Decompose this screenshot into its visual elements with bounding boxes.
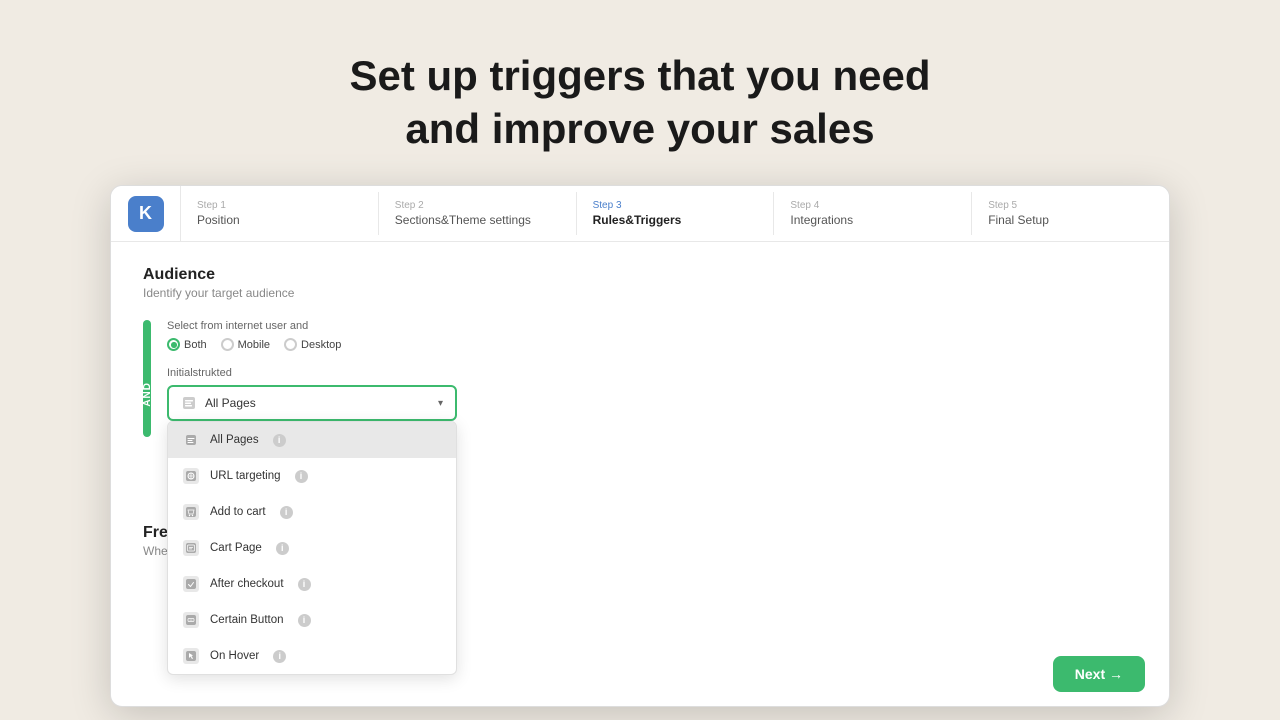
step-1-label: Position bbox=[197, 213, 362, 227]
rule-label: Select from internet user and bbox=[167, 320, 1137, 332]
radio-desktop-circle bbox=[284, 338, 297, 351]
certain-button-icon bbox=[182, 611, 200, 629]
audience-title: Audience bbox=[143, 266, 1137, 284]
logo-icon: K bbox=[128, 196, 164, 232]
step-5-label: Final Setup bbox=[988, 213, 1153, 227]
and-label: AND bbox=[142, 382, 153, 407]
dropdown-item-cart-page[interactable]: Cart Page i bbox=[168, 530, 456, 566]
content-area: Audience Identify your target audience A… bbox=[111, 242, 1169, 706]
step-3-label: Rules&Triggers bbox=[593, 213, 758, 227]
show-on-label: Initialstrukted bbox=[167, 367, 1137, 379]
url-targeting-icon bbox=[182, 467, 200, 485]
cart-page-info: i bbox=[276, 542, 289, 555]
dropdown-left: All Pages bbox=[181, 395, 256, 411]
step-2-label: Sections&Theme settings bbox=[395, 213, 560, 227]
dropdown-item-url-targeting[interactable]: URL targeting i bbox=[168, 458, 456, 494]
device-rule-row: Select from internet user and Both Mobil bbox=[167, 320, 1137, 351]
green-bar: AND bbox=[143, 320, 151, 437]
pages-dropdown-trigger[interactable]: All Pages ▾ bbox=[167, 385, 457, 421]
step-2[interactable]: Step 2 Sections&Theme settings bbox=[379, 192, 577, 235]
audience-subtitle: Identify your target audience bbox=[143, 286, 1137, 300]
all-pages-info: i bbox=[273, 434, 286, 447]
radio-group: Both Mobile Desktop bbox=[167, 338, 1137, 351]
all-pages-label: All Pages bbox=[210, 434, 259, 446]
heading-line2: and improve your sales bbox=[405, 105, 874, 152]
step-4-num: Step 4 bbox=[790, 200, 955, 211]
pages-dropdown-container: All Pages ▾ bbox=[167, 385, 457, 421]
after-checkout-label: After checkout bbox=[210, 578, 284, 590]
radio-mobile[interactable]: Mobile bbox=[221, 338, 270, 351]
heading-line1: Set up triggers that you need bbox=[349, 52, 930, 99]
radio-both[interactable]: Both bbox=[167, 338, 207, 351]
on-hover-label: On Hover bbox=[210, 650, 259, 662]
add-to-cart-icon bbox=[182, 503, 200, 521]
dropdown-item-certain-button[interactable]: Certain Button i bbox=[168, 602, 456, 638]
add-to-cart-info: i bbox=[280, 506, 293, 519]
step-4[interactable]: Step 4 Integrations bbox=[774, 192, 972, 235]
on-hover-icon bbox=[182, 647, 200, 665]
dropdown-item-after-checkout[interactable]: After checkout i bbox=[168, 566, 456, 602]
logo-area: K bbox=[111, 186, 181, 242]
chevron-down-icon: ▾ bbox=[438, 398, 443, 409]
dropdown-selected-text: All Pages bbox=[205, 396, 256, 410]
step-1[interactable]: Step 1 Position bbox=[181, 192, 379, 235]
next-button[interactable]: Next → bbox=[1053, 656, 1145, 692]
after-checkout-icon bbox=[182, 575, 200, 593]
radio-desktop[interactable]: Desktop bbox=[284, 338, 341, 351]
url-targeting-info: i bbox=[295, 470, 308, 483]
step-3[interactable]: Step 3 Rules&Triggers bbox=[577, 192, 775, 235]
radio-mobile-circle bbox=[221, 338, 234, 351]
url-targeting-label: URL targeting bbox=[210, 470, 281, 482]
audience-rules-container: AND Select from internet user and Both bbox=[143, 320, 1137, 437]
main-content: Audience Identify your target audience A… bbox=[111, 242, 1169, 706]
cart-page-icon bbox=[182, 539, 200, 557]
dropdown-item-on-hover[interactable]: On Hover i bbox=[168, 638, 456, 674]
audience-section-header: Audience Identify your target audience bbox=[143, 266, 1137, 300]
app-window: K Step 1 Position Step 2 Sections&Theme … bbox=[110, 185, 1170, 707]
radio-both-circle bbox=[167, 338, 180, 351]
step-4-label: Integrations bbox=[790, 213, 955, 227]
dropdown-item-all-pages[interactable]: All Pages i bbox=[168, 422, 456, 458]
add-to-cart-label: Add to cart bbox=[210, 506, 266, 518]
pages-icon bbox=[181, 395, 197, 411]
step-5-num: Step 5 bbox=[988, 200, 1153, 211]
steps-bar: K Step 1 Position Step 2 Sections&Theme … bbox=[111, 186, 1169, 242]
cart-page-label: Cart Page bbox=[210, 542, 262, 554]
step-5[interactable]: Step 5 Final Setup bbox=[972, 192, 1169, 235]
step-3-num: Step 3 bbox=[593, 200, 758, 211]
certain-button-info: i bbox=[298, 614, 311, 627]
step-2-num: Step 2 bbox=[395, 200, 560, 211]
certain-button-label: Certain Button bbox=[210, 614, 284, 626]
on-hover-info: i bbox=[273, 650, 286, 663]
pages-rule-row: Initialstrukted bbox=[167, 367, 1137, 421]
pages-dropdown-menu: All Pages i bbox=[167, 421, 457, 675]
step-1-num: Step 1 bbox=[197, 200, 362, 211]
dropdown-item-add-to-cart[interactable]: Add to cart i bbox=[168, 494, 456, 530]
page-heading: Set up triggers that you need and improv… bbox=[349, 50, 930, 155]
after-checkout-info: i bbox=[298, 578, 311, 591]
audience-rules: Select from internet user and Both Mobil bbox=[167, 320, 1137, 437]
all-pages-icon bbox=[182, 431, 200, 449]
steps-list: Step 1 Position Step 2 Sections&Theme se… bbox=[181, 192, 1169, 235]
